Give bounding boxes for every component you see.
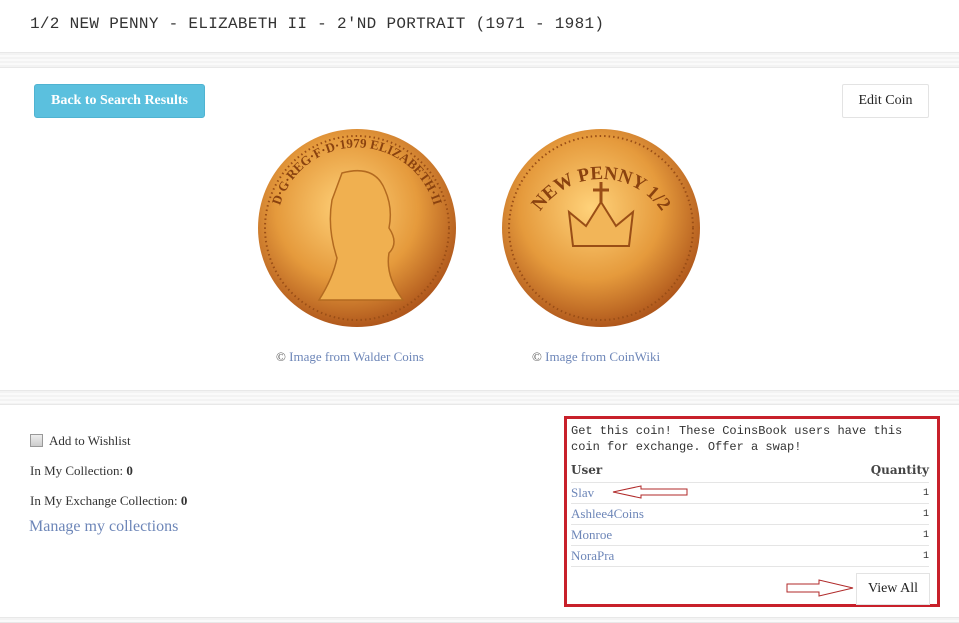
coinwiki-link[interactable]: Image from CoinWiki: [545, 349, 660, 364]
table-row: Monroe 1: [571, 525, 929, 546]
copyright-icon: ©: [532, 349, 542, 364]
divider: [0, 390, 959, 405]
user-link[interactable]: Ashlee4Coins: [571, 506, 644, 522]
exchange-table-header: User Quantity: [571, 463, 929, 483]
walder-coins-link[interactable]: Image from Walder Coins: [289, 349, 424, 364]
user-link[interactable]: Slav: [571, 485, 594, 501]
edit-coin-button[interactable]: Edit Coin: [842, 84, 929, 118]
page-title: 1/2 NEW PENNY - ELIZABETH II - 2'ND PORT…: [30, 15, 605, 33]
divider: [0, 52, 959, 68]
in-collection-count: In My Collection: 0: [30, 463, 133, 478]
obverse-image-credit: © Image from Walder Coins: [276, 349, 424, 365]
manage-collections-link[interactable]: Manage my collections: [29, 518, 178, 536]
table-row: Ashlee4Coins 1: [571, 504, 929, 525]
wishlist-label: Add to Wishlist: [49, 433, 131, 448]
back-to-search-results-button[interactable]: Back to Search Results: [34, 84, 205, 118]
user-link[interactable]: NoraPra: [571, 548, 614, 564]
reverse-image-credit: © Image from CoinWiki: [532, 349, 660, 365]
arrow-right-icon: [786, 579, 854, 597]
exchange-intro: Get this coin! These CoinsBook users hav…: [571, 424, 903, 454]
arrow-left-icon: [612, 485, 688, 499]
divider: [0, 617, 959, 623]
exchange-panel: Get this coin! These CoinsBook users hav…: [564, 416, 940, 607]
coin-reverse-image: NEW PENNY 1/2: [502, 129, 700, 327]
wishlist-toggle[interactable]: Add to Wishlist: [30, 433, 131, 449]
user-link[interactable]: Monroe: [571, 527, 612, 543]
in-exchange-count: In My Exchange Collection: 0: [30, 493, 188, 508]
wishlist-checkbox[interactable]: [30, 434, 43, 447]
coin-obverse-image: D·G·REG·F·D·1979 ELIZABETH·II: [258, 129, 456, 327]
copyright-icon: ©: [276, 349, 286, 364]
table-row: NoraPra 1: [571, 546, 929, 567]
view-all-button[interactable]: View All: [856, 573, 930, 605]
